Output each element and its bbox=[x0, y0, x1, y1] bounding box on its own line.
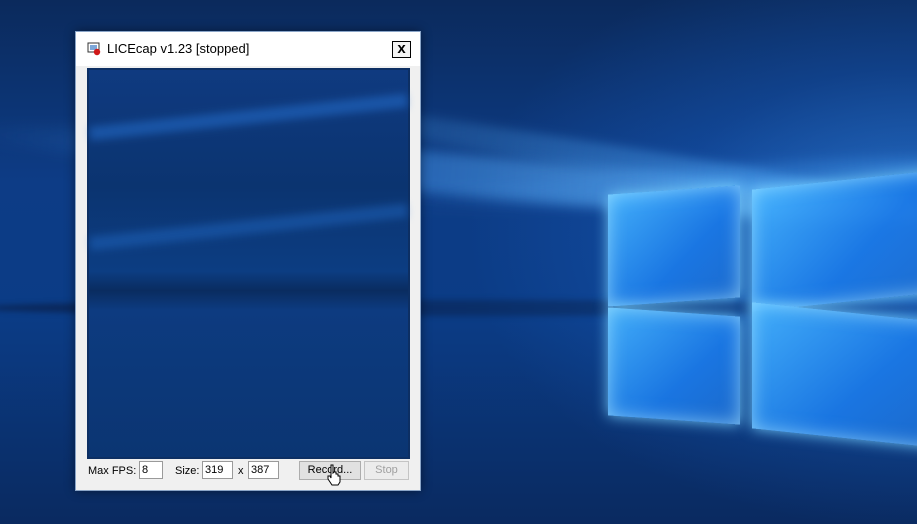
close-button[interactable]: x bbox=[392, 41, 411, 58]
height-input[interactable]: 387 bbox=[248, 461, 279, 479]
windows-logo-glass bbox=[606, 170, 917, 472]
title-bar[interactable]: LICEcap v1.23 [stopped] x bbox=[76, 32, 420, 66]
hand-pointer-cursor bbox=[327, 464, 341, 486]
capture-area[interactable] bbox=[87, 68, 410, 459]
stop-button[interactable]: Stop bbox=[364, 461, 409, 480]
logo-pane bbox=[608, 307, 740, 425]
logo-pane bbox=[752, 302, 917, 448]
max-fps-input[interactable]: 8 bbox=[139, 461, 163, 479]
logo-pane bbox=[752, 170, 917, 312]
size-label: Size: bbox=[175, 465, 200, 477]
close-icon: x bbox=[397, 40, 406, 57]
logo-pane bbox=[608, 185, 740, 307]
window-title: LICEcap v1.23 [stopped] bbox=[107, 41, 250, 56]
background-streak bbox=[89, 203, 408, 251]
background-streak bbox=[89, 93, 408, 141]
max-fps-label: Max FPS: bbox=[88, 465, 137, 477]
controls-bar: Max FPS: 8 Size: 319 x 387 Record... Sto… bbox=[76, 460, 420, 484]
licecap-app-icon bbox=[87, 42, 101, 56]
width-input[interactable]: 319 bbox=[202, 461, 233, 479]
size-separator: x bbox=[238, 465, 244, 477]
licecap-window[interactable]: LICEcap v1.23 [stopped] x Max FPS: 8 Siz… bbox=[75, 31, 421, 491]
